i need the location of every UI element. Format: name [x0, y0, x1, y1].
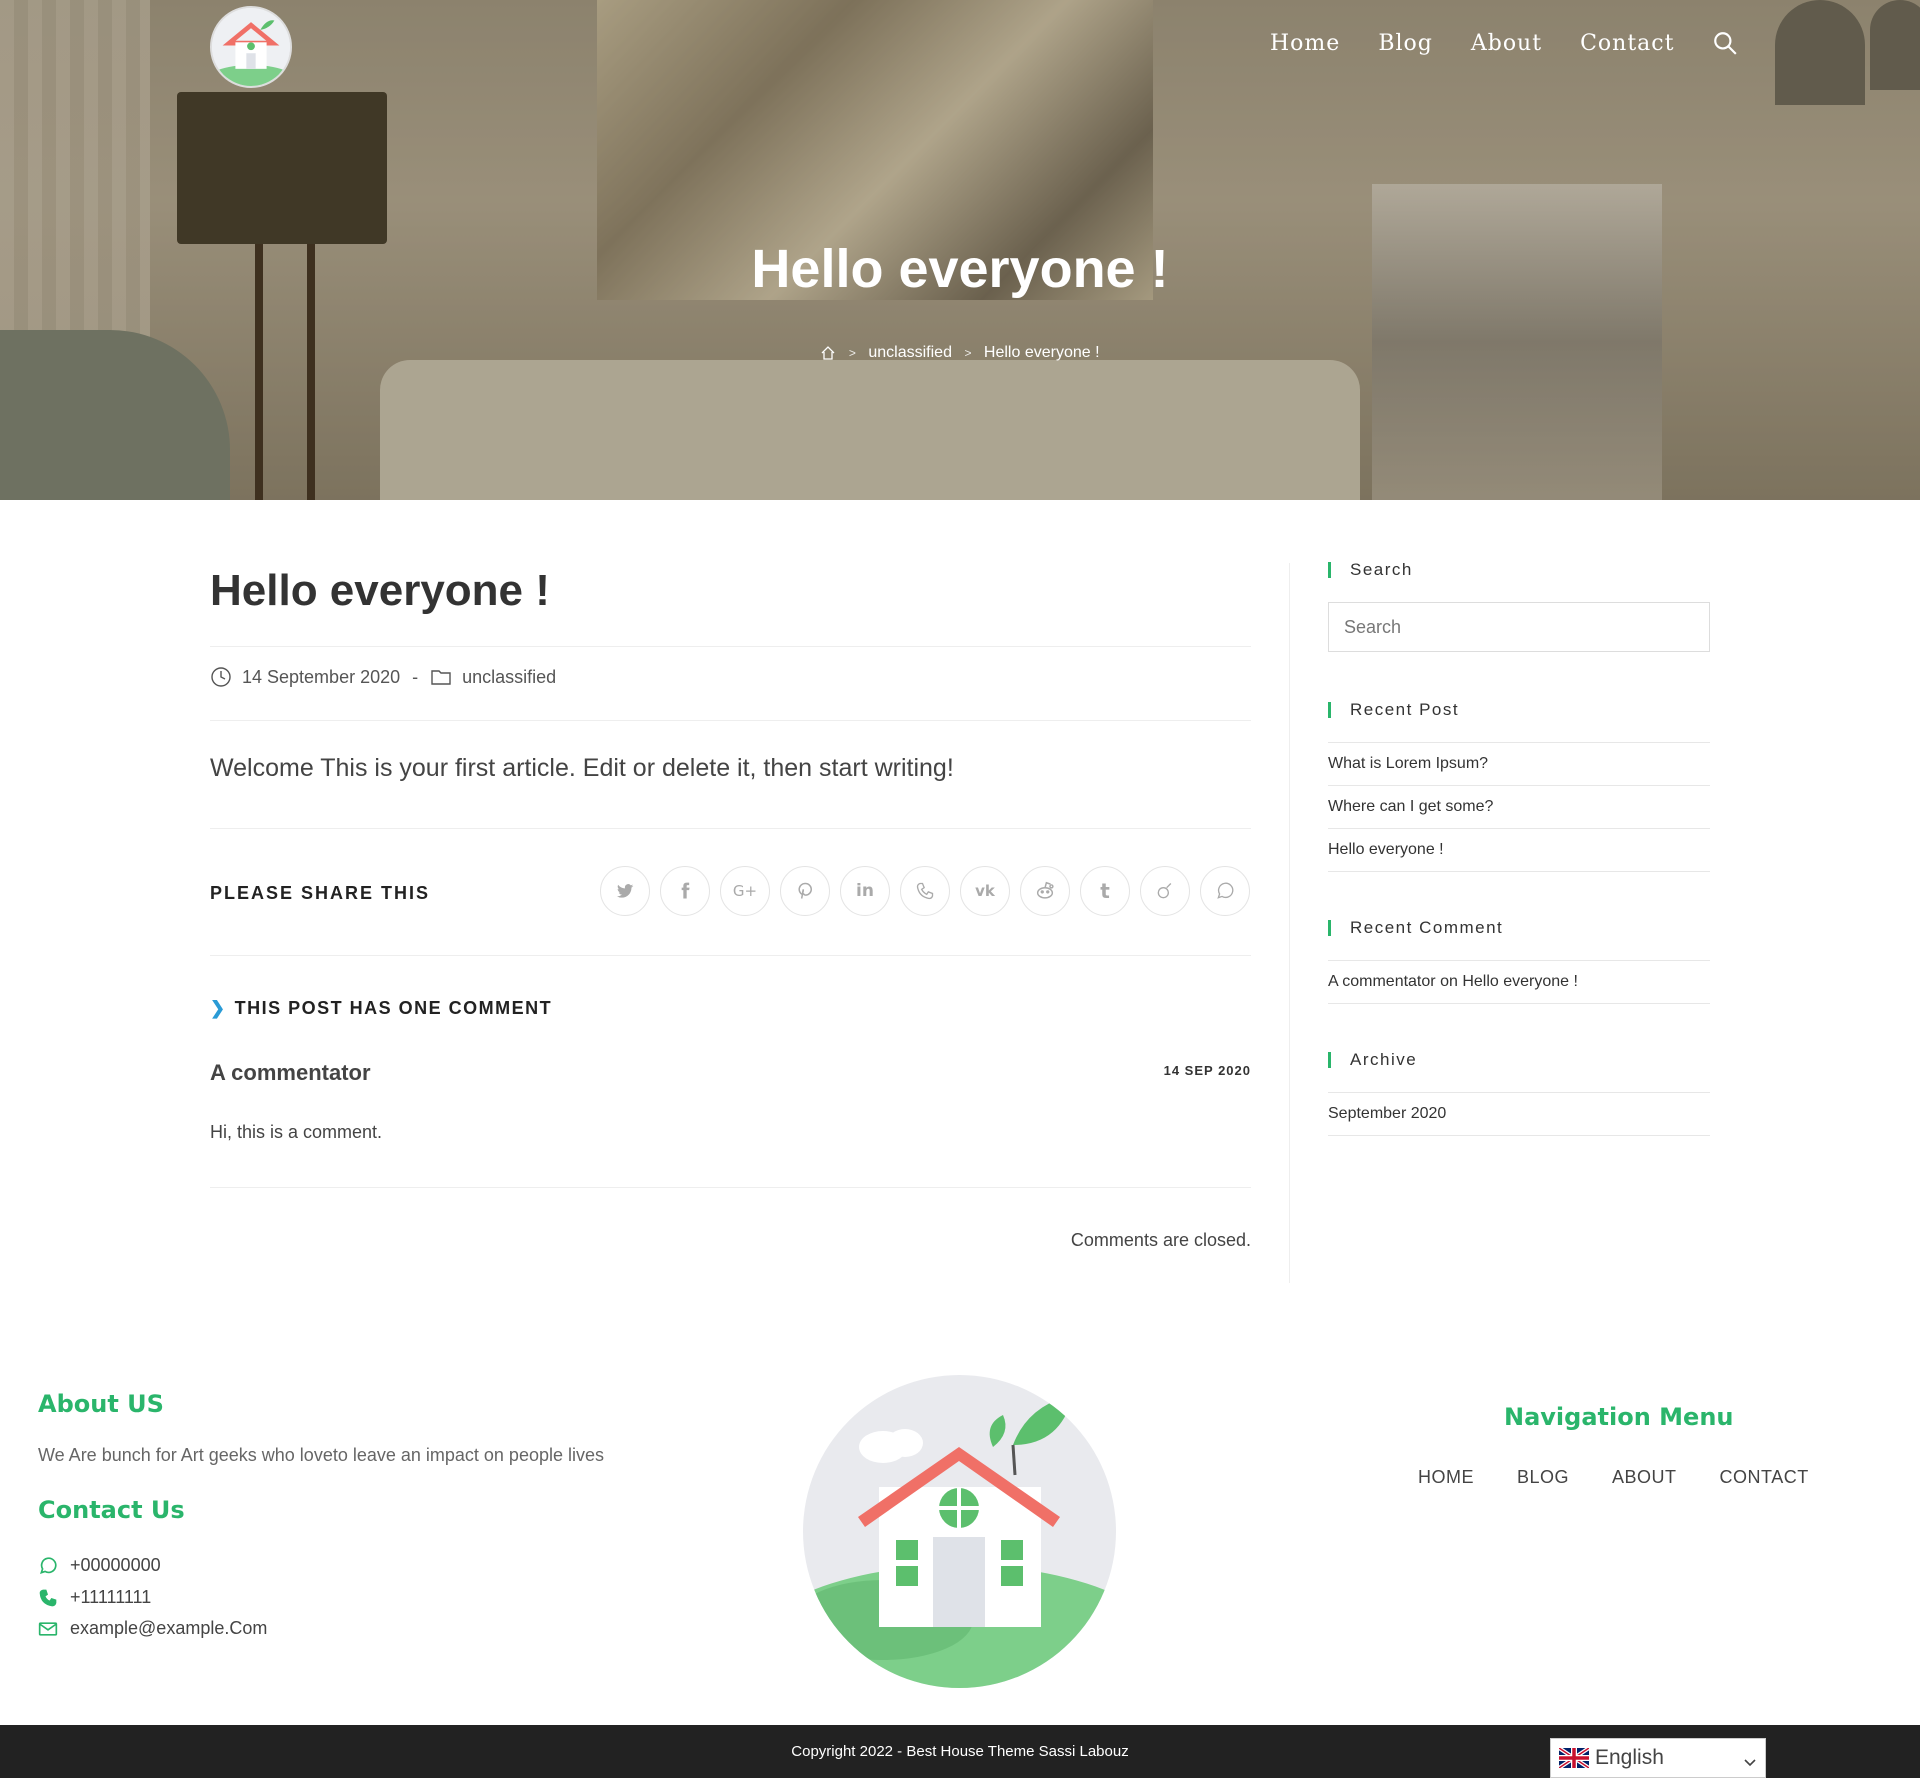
footer-nav-about[interactable]: ABOUT	[1612, 1467, 1677, 1488]
list-item: What is Lorem Ipsum?	[1328, 742, 1710, 785]
divider	[210, 646, 1251, 647]
whatsapp-icon[interactable]	[1200, 866, 1250, 916]
widget-title-archive: Archive	[1328, 1050, 1710, 1070]
envelope-icon	[38, 1619, 58, 1639]
viadeo-icon[interactable]	[1140, 866, 1190, 916]
chevron-down-icon	[1743, 1751, 1757, 1767]
breadcrumb-separator: >	[964, 346, 972, 360]
reddit-icon[interactable]	[1020, 866, 1070, 916]
google-plus-icon[interactable]: G+	[720, 866, 770, 916]
folder-icon	[430, 666, 452, 688]
share-label: PLEASE SHARE THIS	[210, 883, 431, 903]
post-article: Hello everyone ! 14 September 2020 - unc…	[210, 540, 1251, 1250]
recent-comment-author[interactable]: A commentator	[1328, 973, 1436, 990]
list-item: A commentator on Hello everyone !	[1328, 960, 1710, 1004]
linkedin-icon[interactable]: in	[840, 866, 890, 916]
phone-icon	[38, 1588, 58, 1608]
comment-text: Hi, this is a comment.	[210, 1122, 383, 1142]
post-meta: 14 September 2020 - unclassified	[210, 666, 556, 688]
post-category-link[interactable]: unclassified	[462, 667, 556, 688]
footer-logo	[803, 1375, 1116, 1688]
house-logo-icon	[803, 1375, 1116, 1688]
recent-comments-list: A commentator on Hello everyone !	[1328, 960, 1710, 1004]
divider	[210, 720, 1251, 721]
list-item: Hello everyone !	[1328, 828, 1710, 872]
recent-post-link[interactable]: Where can I get some?	[1328, 798, 1493, 815]
footer-email: example@example.Com	[38, 1618, 267, 1639]
sidebar-search-input[interactable]	[1328, 602, 1710, 652]
recent-comment-post-link[interactable]: Hello everyone !	[1462, 973, 1578, 990]
viber-icon[interactable]	[900, 866, 950, 916]
breadcrumb-category[interactable]: unclassified	[868, 344, 952, 361]
widget-title-recent-comment: Recent Comment	[1328, 918, 1710, 938]
footer-whatsapp: +00000000	[38, 1555, 161, 1576]
post-title: Hello everyone !	[210, 566, 550, 615]
share-buttons: G+ in vk t	[600, 866, 1250, 916]
recent-post-link[interactable]: What is Lorem Ipsum?	[1328, 755, 1488, 772]
widget-title-recent-post: Recent Post	[1328, 700, 1710, 720]
uk-flag-icon	[1557, 1746, 1591, 1770]
list-item: September 2020	[1328, 1092, 1710, 1136]
home-icon[interactable]	[820, 345, 836, 361]
whatsapp-icon	[38, 1556, 58, 1576]
tumblr-icon[interactable]: t	[1080, 866, 1130, 916]
nav-contact[interactable]: Contact	[1580, 31, 1674, 56]
breadcrumb-current: Hello everyone !	[983, 344, 1100, 361]
breadcrumb: > unclassified > Hello everyone !	[0, 344, 1920, 362]
house-logo-icon	[212, 8, 290, 86]
site-logo[interactable]	[210, 6, 292, 88]
breadcrumb-separator: >	[848, 346, 856, 360]
footer-email-address: example@example.Com	[70, 1618, 268, 1638]
divider	[210, 828, 1251, 829]
comments-closed: Comments are closed.	[1070, 1230, 1251, 1250]
hero-title: Hello everyone !	[751, 239, 1169, 299]
nav-blog[interactable]: Blog	[1378, 31, 1433, 56]
recent-posts-list: What is Lorem Ipsum? Where can I get som…	[1328, 742, 1710, 872]
nav-home[interactable]: Home	[1270, 31, 1340, 56]
footer-nav-contact[interactable]: CONTACT	[1720, 1467, 1809, 1488]
comment-author: A commentator	[210, 1060, 371, 1085]
twitter-icon[interactable]	[600, 866, 650, 916]
footer-nav-blog[interactable]: BLOG	[1517, 1467, 1569, 1488]
meta-separator: -	[412, 666, 419, 687]
comment-date: 14 SEP 2020	[1163, 1063, 1251, 1078]
recent-post-link[interactable]: Hello everyone !	[1328, 841, 1444, 858]
pinterest-icon[interactable]	[780, 866, 830, 916]
footer-about-title: About US	[38, 1390, 164, 1418]
archive-link[interactable]: September 2020	[1328, 1105, 1446, 1122]
post-date: 14 September 2020	[242, 666, 401, 687]
sidebar: Search Recent Post What is Lorem Ipsum? …	[1328, 560, 1710, 1136]
widget-title-search: Search	[1328, 560, 1710, 580]
footer-nav-title: Navigation Menu	[1504, 1403, 1734, 1431]
divider	[210, 955, 1251, 956]
sidebar-divider	[1289, 563, 1290, 1283]
footer-whatsapp-number: +00000000	[70, 1555, 161, 1575]
footer-about-text: We Are bunch for Art geeks who loveto le…	[38, 1445, 604, 1465]
footer-contact-title: Contact Us	[38, 1496, 185, 1524]
divider	[210, 1187, 1251, 1188]
vk-icon[interactable]: vk	[960, 866, 1010, 916]
facebook-icon[interactable]	[660, 866, 710, 916]
chevron-right-icon: ❯	[210, 998, 227, 1018]
post-body: Welcome This is your first article. Edit…	[210, 754, 954, 782]
recent-comment-on: on	[1440, 973, 1458, 990]
footer-nav-home[interactable]: HOME	[1418, 1467, 1474, 1488]
footer-phone-number: +11111111	[70, 1587, 152, 1607]
list-item: Where can I get some?	[1328, 785, 1710, 828]
main-nav: Home Blog About Contact	[1270, 30, 1738, 56]
comments-heading-text: THIS POST HAS ONE COMMENT	[234, 998, 553, 1018]
comments-heading: ❯ THIS POST HAS ONE COMMENT	[210, 998, 552, 1019]
language-selector[interactable]: English	[1550, 1738, 1766, 1778]
clock-icon	[210, 666, 232, 688]
nav-about[interactable]: About	[1471, 31, 1542, 56]
search-icon[interactable]	[1712, 30, 1738, 56]
footer-phone: +11111111	[38, 1587, 151, 1608]
archive-list: September 2020	[1328, 1092, 1710, 1136]
hero-banner: Home Blog About Contact Hello everyone !…	[0, 0, 1920, 500]
footer-nav: HOME BLOG ABOUT CONTACT	[1418, 1467, 1809, 1488]
language-label: English	[1595, 1746, 1664, 1769]
